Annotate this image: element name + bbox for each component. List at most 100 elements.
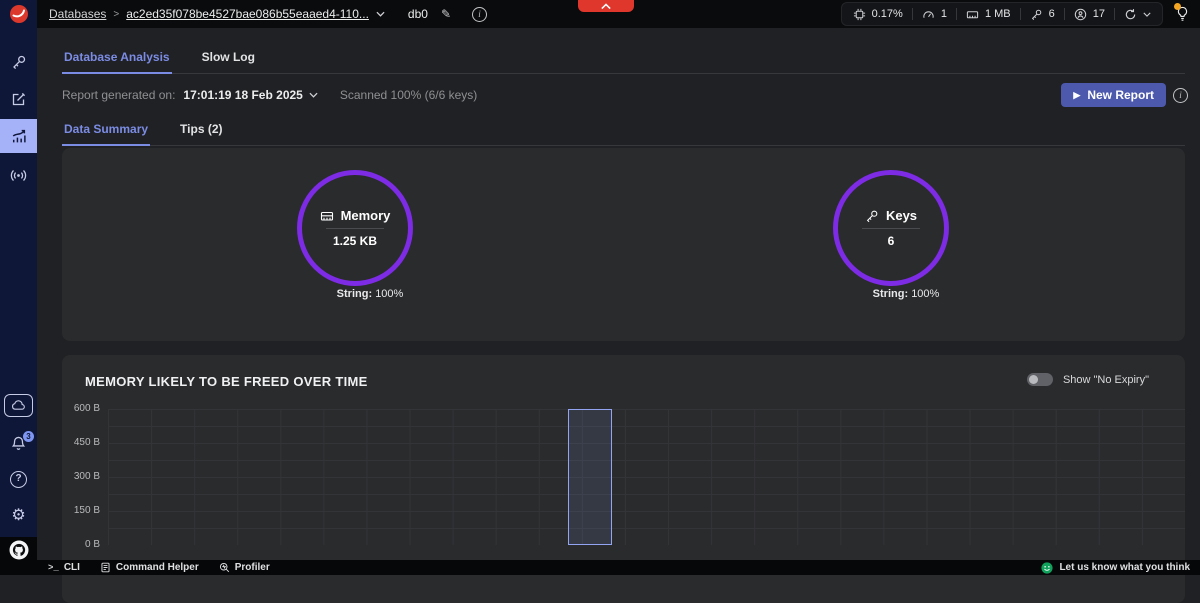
divider (955, 8, 957, 20)
profiler-icon (219, 562, 229, 573)
key-icon (866, 210, 878, 222)
y-tick-600: 600 B (73, 403, 100, 414)
toggle-knob (1028, 375, 1038, 384)
play-icon: ▶ (1073, 89, 1081, 100)
workbench-icon (12, 92, 25, 106)
divider (862, 228, 920, 229)
chevron-down-icon[interactable] (1143, 12, 1151, 17)
breadcrumb-databases-link[interactable]: Databases (49, 7, 106, 21)
scanned-status: Scanned 100% (6/6 keys) (339, 88, 478, 102)
main-content: Database Analysis Slow Log Report genera… (37, 28, 1200, 603)
sidebar-item-analytics[interactable] (0, 119, 37, 153)
memory-donut-chart: Memory 1.25 KB (297, 170, 413, 286)
redis-logo[interactable] (0, 0, 37, 28)
y-tick-300: 300 B (73, 471, 100, 482)
breadcrumb-separator: > (113, 8, 120, 20)
tab-database-analysis[interactable]: Database Analysis (62, 48, 172, 74)
no-expiry-toggle-label: Show "No Expiry" (1062, 373, 1149, 386)
keys-value: 6 (887, 234, 895, 248)
memory-legend-value: 100% (375, 288, 404, 300)
cpu-icon (853, 8, 865, 20)
cli-button[interactable]: >_ CLI (48, 562, 80, 573)
sidebar-item-cloud[interactable] (0, 392, 37, 418)
divider (1063, 8, 1065, 20)
stat-keys-value: 6 (1048, 8, 1055, 20)
notification-badge: 3 (23, 431, 34, 442)
keys-legend-label: String: (872, 288, 909, 300)
memory-icon (320, 211, 333, 221)
memory-label: Memory (340, 208, 391, 223)
y-tick-450: 450 B (73, 437, 100, 448)
ops-gauge-icon (923, 10, 934, 18)
terminal-icon: >_ (48, 562, 59, 573)
github-link[interactable] (9, 540, 29, 575)
stat-clients-value: 17 (1092, 8, 1105, 20)
show-no-expiry-toggle[interactable] (1026, 373, 1053, 386)
y-tick-150: 150 B (73, 505, 100, 516)
divider (326, 228, 384, 229)
tab-tips[interactable]: Tips (2) (178, 120, 224, 146)
page-tabs: Database Analysis Slow Log (62, 48, 1185, 74)
analysis-info-icon[interactable]: i (1173, 88, 1188, 103)
command-helper-button[interactable]: Command Helper (100, 562, 199, 573)
sidebar-item-browser[interactable] (0, 49, 37, 75)
analysis-subtabs: Data Summary Tips (2) (62, 120, 1185, 146)
chart-plot-area (108, 409, 1185, 545)
memory-legend: String: 100% (285, 288, 455, 300)
left-nav-sidebar: 3 ? ⚙ (0, 0, 37, 575)
keys-donut-label: Keys (865, 208, 917, 223)
document-icon (101, 562, 110, 573)
edit-db-icon[interactable]: ✎ (441, 7, 451, 21)
db-info-icon[interactable]: i (472, 6, 487, 22)
cloud-icon (4, 393, 33, 417)
stat-keys: 6 (1030, 8, 1055, 21)
cli-label: CLI (63, 562, 80, 573)
chevron-down-icon (309, 92, 318, 98)
chevron-down-icon[interactable] (376, 11, 385, 17)
sidebar-item-settings[interactable]: ⚙ (0, 503, 37, 529)
smiley-icon (1041, 561, 1054, 574)
collapse-banner-button[interactable] (578, 0, 634, 12)
profiler-label: Profiler (234, 562, 270, 573)
insights-badge (1174, 2, 1181, 10)
github-icon (9, 540, 28, 560)
insights-trigger-button[interactable] (1174, 2, 1190, 24)
keys-legend: String: 100% (821, 288, 991, 300)
refresh-stats-button[interactable] (1124, 8, 1151, 21)
no-expiry-toggle-row: Show "No Expiry" (1026, 373, 1149, 386)
gear-icon: ⚙ (11, 507, 26, 524)
feedback-button[interactable]: Let us know what you think (1041, 561, 1190, 574)
breadcrumb: Databases > ac2ed35f078be4527bae086b55ea… (49, 6, 487, 22)
sidebar-item-notifications[interactable]: 3 (0, 430, 37, 456)
tab-data-summary[interactable]: Data Summary (62, 120, 151, 146)
chevron-up-icon (601, 2, 611, 9)
report-info-row: Report generated on: 17:01:19 18 Feb 202… (62, 88, 477, 102)
refresh-icon (1125, 8, 1136, 19)
stat-memory: 1 MB (966, 8, 1011, 21)
new-report-label: New Report (1087, 88, 1154, 102)
keys-icon (1031, 9, 1041, 20)
memory-freed-bar[interactable] (568, 409, 612, 545)
profiler-button[interactable]: Profiler (219, 562, 270, 573)
report-generated-label: Report generated on: (62, 88, 176, 102)
stat-ops: 1 (922, 8, 947, 21)
stat-cpu: 0.17% (853, 8, 903, 21)
sidebar-item-help[interactable]: ? (0, 466, 37, 492)
report-time-value: 17:01:19 18 Feb 2025 (183, 88, 303, 102)
y-tick-0: 0 B (84, 539, 100, 550)
sidebar-item-pubsub[interactable] (0, 162, 37, 188)
keys-label: Keys (885, 208, 918, 223)
memory-legend-label: String: (336, 288, 373, 300)
help-icon: ? (10, 470, 27, 488)
report-time-dropdown[interactable]: 17:01:19 18 Feb 2025 (183, 88, 318, 102)
data-summary-panel: Memory 1.25 KB String: 100% Keys 6 Strin… (62, 148, 1185, 341)
tab-slow-log[interactable]: Slow Log (200, 48, 257, 74)
new-report-button[interactable]: ▶ New Report (1061, 83, 1166, 107)
feedback-label: Let us know what you think (1059, 562, 1190, 573)
keys-legend-value: 100% (911, 288, 940, 300)
sidebar-item-workbench[interactable] (0, 86, 37, 112)
memory-donut-label: Memory (320, 208, 391, 223)
database-stats-overview: 0.17% 1 1 MB 6 17 (840, 2, 1163, 26)
memory-value: 1.25 KB (332, 234, 378, 248)
breadcrumb-database-name[interactable]: ac2ed35f078be4527bae086b55eaaed4-110... (126, 7, 369, 21)
